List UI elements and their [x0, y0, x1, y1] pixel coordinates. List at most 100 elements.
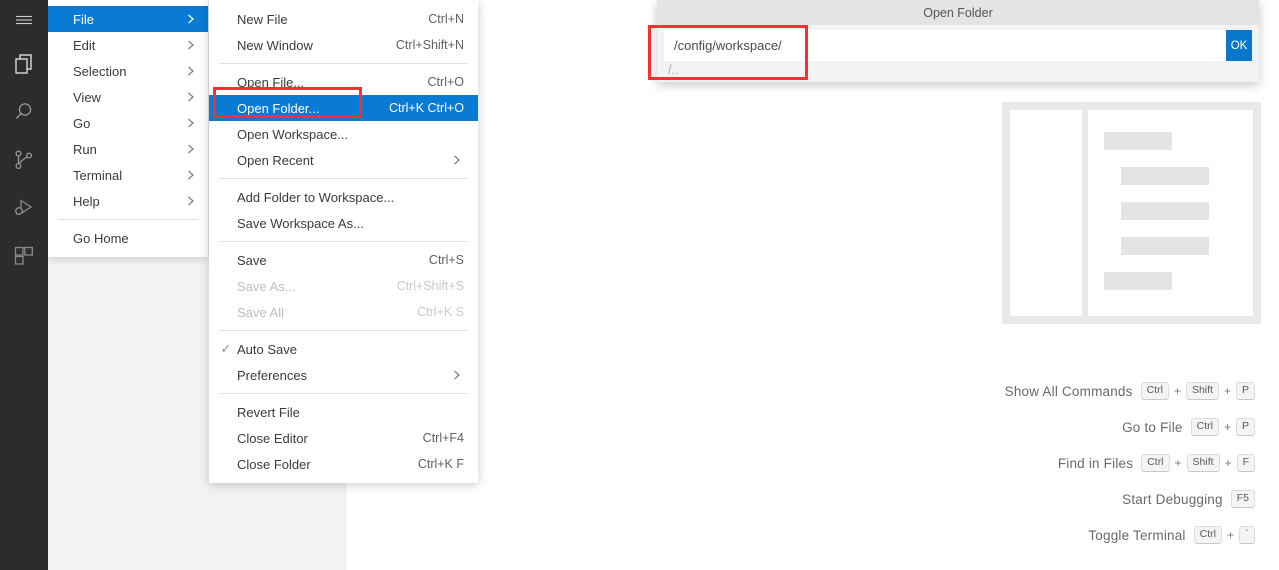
- file-menu-item-add-folder-to-workspace[interactable]: Add Folder to Workspace...: [209, 184, 478, 210]
- shortcut-key-badge: Ctrl: [1140, 382, 1169, 400]
- menu-item-keybinding: Ctrl+Shift+S: [396, 279, 464, 293]
- menu-item-label: Add Folder to Workspace...: [237, 189, 395, 205]
- shortcut-plus: +: [1223, 420, 1231, 434]
- menu-item-label: Open File...: [237, 74, 305, 90]
- menu-separator: [219, 63, 468, 64]
- shortcut-key-badge: F: [1236, 454, 1255, 472]
- chevron-right-icon: [184, 12, 198, 26]
- menu-item-label: Go Home: [73, 230, 129, 246]
- files-icon: [12, 52, 36, 76]
- menu-item-label: Go: [73, 115, 91, 131]
- folder-path-input[interactable]: [664, 30, 1226, 61]
- menu-item-go[interactable]: Go: [48, 110, 208, 136]
- file-submenu[interactable]: New File Ctrl+N New Window Ctrl+Shift+N Open…: [209, 0, 478, 483]
- sidebar-item-source-control[interactable]: [0, 136, 48, 184]
- file-menu-item-open-workspace[interactable]: Open Workspace...: [209, 121, 478, 147]
- menu-item-keybinding: Ctrl+O: [427, 75, 464, 89]
- file-menu-item-open-file[interactable]: Open File... Ctrl+O: [209, 69, 478, 95]
- dialog-input-row: OK: [657, 25, 1259, 61]
- menu-item-keybinding: Ctrl+K S: [417, 305, 464, 319]
- menu-item-edit[interactable]: Edit: [48, 32, 208, 58]
- dialog-ok-button[interactable]: OK: [1226, 30, 1252, 61]
- shortcut-keys: Ctrl + P: [1190, 418, 1255, 436]
- source-control-icon: [12, 148, 36, 172]
- file-menu-item-new-file[interactable]: New File Ctrl+N: [209, 6, 478, 32]
- menu-item-label: Revert File: [237, 404, 300, 420]
- dialog-title: Open Folder: [657, 0, 1259, 25]
- menu-item-label: Edit: [73, 37, 96, 53]
- shortcut-label: Start Debugging: [1122, 491, 1223, 507]
- chevron-right-icon: [184, 194, 198, 208]
- file-menu-item-close-editor[interactable]: Close Editor Ctrl+F4: [209, 425, 478, 451]
- skeleton-bar: [1104, 132, 1172, 150]
- shortcut-label: Show All Commands: [1004, 383, 1133, 399]
- file-menu-item-open-recent[interactable]: Open Recent: [209, 147, 478, 173]
- menu-separator: [58, 219, 198, 220]
- open-folder-dialog: Open Folder OK /..: [657, 0, 1259, 82]
- sidebar-item-extensions[interactable]: [0, 232, 48, 280]
- menu-item-keybinding: Ctrl+K Ctrl+O: [388, 101, 464, 115]
- file-menu-item-new-window[interactable]: New Window Ctrl+Shift+N: [209, 32, 478, 58]
- skeleton-left-pane: [1010, 110, 1082, 316]
- dialog-file-list: /..: [657, 61, 1259, 82]
- file-menu-item-preferences[interactable]: Preferences: [209, 362, 478, 388]
- menu-item-keybinding: Ctrl+N: [428, 12, 464, 26]
- file-menu-item-save-workspace-as[interactable]: Save Workspace As...: [209, 210, 478, 236]
- skeleton-bar: [1104, 272, 1172, 290]
- shortcut-label: Go to File: [1122, 419, 1183, 435]
- menu-item-label: Open Recent: [237, 152, 314, 168]
- sidebar-item-run-and-debug[interactable]: [0, 184, 48, 232]
- file-menu-item-open-folder[interactable]: Open Folder... Ctrl+K Ctrl+O: [209, 95, 478, 121]
- menu-item-label: Close Folder: [237, 456, 311, 472]
- menu-separator: [219, 241, 468, 242]
- shortcut-plus: +: [1174, 456, 1182, 470]
- menu-separator: [219, 330, 468, 331]
- shortcut-key-badge: P: [1235, 382, 1255, 400]
- shortcut-keys: Ctrl + `: [1193, 526, 1255, 544]
- sidebar-item-explorer[interactable]: [0, 40, 48, 88]
- shortcut-plus: +: [1173, 384, 1181, 398]
- skeleton-right-pane: [1088, 110, 1253, 316]
- shortcut-keys: Ctrl + Shift + P: [1140, 382, 1255, 400]
- hamburger-menu-button[interactable]: [0, 0, 48, 40]
- dialog-parent-folder-row[interactable]: /..: [668, 62, 679, 77]
- shortcut-key-badge: P: [1235, 418, 1255, 436]
- shortcut-hint-row: Toggle Terminal Ctrl + `: [1005, 526, 1255, 544]
- skeleton-bar: [1121, 167, 1209, 185]
- menu-item-file[interactable]: File: [48, 6, 208, 32]
- chevron-right-icon: [184, 64, 198, 78]
- menu-item-view[interactable]: View: [48, 84, 208, 110]
- shortcut-keys: F5: [1230, 490, 1255, 508]
- shortcut-plus: +: [1226, 528, 1234, 542]
- file-menu-item-revert-file[interactable]: Revert File: [209, 399, 478, 425]
- file-menu-item-close-folder[interactable]: Close Folder Ctrl+K F: [209, 451, 478, 477]
- shortcut-key-badge: F5: [1230, 490, 1255, 508]
- menu-item-run[interactable]: Run: [48, 136, 208, 162]
- menu-item-label: Open Folder...: [237, 100, 320, 116]
- shortcut-hint-row: Start Debugging F5: [1005, 490, 1255, 508]
- menu-item-label: Run: [73, 141, 97, 157]
- shortcut-hints: Show All Commands Ctrl + Shift + P Go to File C…: [1005, 382, 1255, 544]
- menu-item-selection[interactable]: Selection: [48, 58, 208, 84]
- menu-item-label: Auto Save: [237, 341, 297, 357]
- skeleton-bar: [1121, 237, 1209, 255]
- chevron-right-icon: [184, 90, 198, 104]
- skeleton-bar: [1121, 202, 1209, 220]
- main-menu[interactable]: File Edit Selection View Go Run Terminal Help Go…: [48, 0, 208, 257]
- shortcut-hint-row: Go to File Ctrl + P: [1005, 418, 1255, 436]
- menu-item-label: Save As...: [237, 278, 296, 294]
- menu-item-help[interactable]: Help: [48, 188, 208, 214]
- chevron-right-icon: [450, 153, 464, 167]
- sidebar-item-search[interactable]: [0, 88, 48, 136]
- shortcut-key-badge: `: [1239, 526, 1255, 544]
- extensions-icon: [12, 244, 36, 268]
- menu-item-go-home[interactable]: Go Home: [48, 225, 208, 251]
- menu-item-label: Save All: [237, 304, 284, 320]
- menu-item-keybinding: Ctrl+Shift+N: [395, 38, 464, 52]
- run-and-debug-icon: [12, 196, 36, 220]
- menu-item-keybinding: Ctrl+F4: [422, 431, 464, 445]
- file-menu-item-auto-save[interactable]: ✓ Auto Save: [209, 336, 478, 362]
- menu-item-label: File: [73, 11, 94, 27]
- file-menu-item-save[interactable]: Save Ctrl+S: [209, 247, 478, 273]
- menu-item-terminal[interactable]: Terminal: [48, 162, 208, 188]
